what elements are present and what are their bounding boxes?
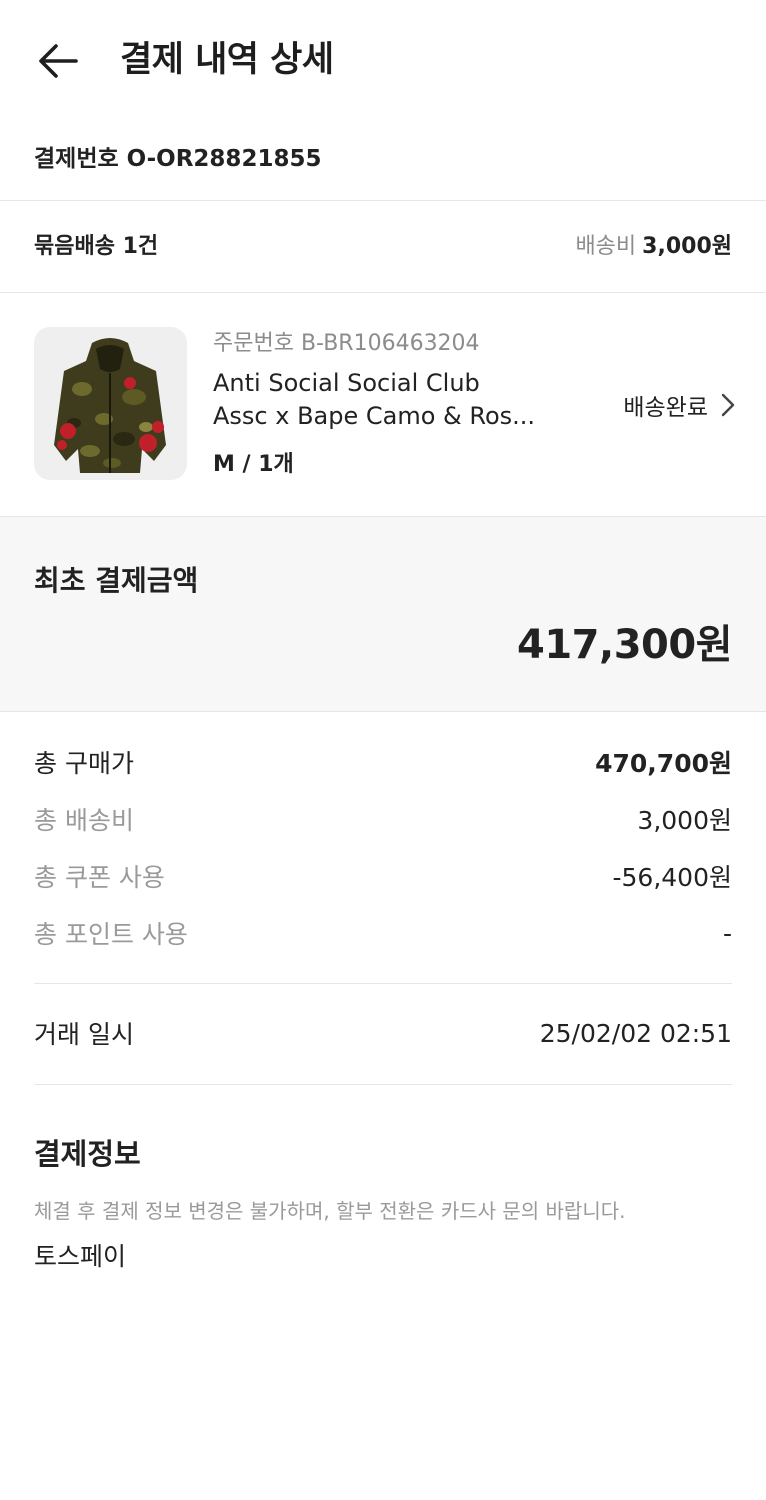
total-points-row: 총 포인트 사용 -: [34, 913, 732, 953]
order-number: 주문번호 B-BR106463204: [213, 331, 480, 356]
total-coupon-label: 총 쿠폰 사용: [34, 863, 165, 892]
total-purchase-label: 총 구매가: [34, 749, 134, 778]
initial-payment-label: 최초 결제금액: [34, 564, 199, 597]
shipping-fee-value: 3,000원: [642, 234, 732, 259]
initial-payment-panel: 최초 결제금액 417,300원: [0, 516, 766, 712]
total-points-value: -: [722, 918, 732, 948]
payment-method: 토스페이: [34, 1242, 127, 1271]
divider: [0, 200, 766, 201]
payment-number-label: 결제번호: [34, 146, 119, 172]
product-name-line-2: Assc x Bape Camo & Ros...: [213, 402, 536, 430]
arrow-left-icon: [39, 44, 78, 78]
product-option: M / 1개: [213, 452, 294, 477]
transaction-datetime-row: 거래 일시 25/02/02 02:51: [34, 1013, 732, 1053]
delivery-status-link[interactable]: 배송완료: [623, 388, 736, 422]
total-shipping-label: 총 배송비: [34, 806, 134, 835]
total-purchase-row: 총 구매가 470,700원: [34, 742, 732, 782]
delivery-status-label: 배송완료: [623, 395, 708, 421]
payment-detail-page: 결제 내역 상세 결제번호 O-OR28821855 묶음배송 1건 배송비 3,0…: [0, 0, 766, 1500]
divider: [34, 983, 732, 984]
camo-hoodie-image: [54, 338, 166, 473]
total-purchase-value: 470,700원: [595, 749, 732, 778]
payment-number: 결제번호 O-OR28821855: [34, 142, 321, 176]
initial-payment-amount: 417,300원: [517, 622, 733, 668]
shipping-fee-label: 배송비: [575, 234, 637, 259]
bundle-shipping-label: 묶음배송 1건: [34, 234, 159, 259]
total-shipping-value: 3,000원: [637, 806, 732, 835]
divider: [34, 1084, 732, 1085]
back-button[interactable]: [30, 34, 86, 90]
chevron-right-icon: [721, 393, 735, 417]
payment-number-value: O-OR28821855: [126, 146, 322, 172]
top-app-bar: 결제 내역 상세: [0, 0, 766, 120]
transaction-datetime-label: 거래 일시: [34, 1020, 134, 1049]
transaction-datetime-value: 25/02/02 02:51: [539, 1018, 732, 1048]
total-points-label: 총 포인트 사용: [34, 920, 188, 949]
product-name-line-1: Anti Social Social Club: [213, 369, 480, 397]
total-shipping-row: 총 배송비 3,000원: [34, 799, 732, 839]
product-name[interactable]: Anti Social Social Club Assc x Bape Camo…: [213, 367, 553, 433]
divider: [0, 292, 766, 293]
total-coupon-row: 총 쿠폰 사용 -56,400원: [34, 856, 732, 896]
product-image[interactable]: [34, 327, 187, 480]
payment-info-title: 결제정보: [34, 1137, 141, 1171]
payment-info-note: 체결 후 결제 정보 변경은 불가하며, 할부 전환은 카드사 문의 바랍니다.: [34, 1199, 626, 1223]
page-title: 결제 내역 상세: [120, 40, 334, 80]
shipping-fee: 배송비 3,000원: [575, 230, 732, 264]
total-coupon-value: -56,400원: [612, 863, 733, 892]
